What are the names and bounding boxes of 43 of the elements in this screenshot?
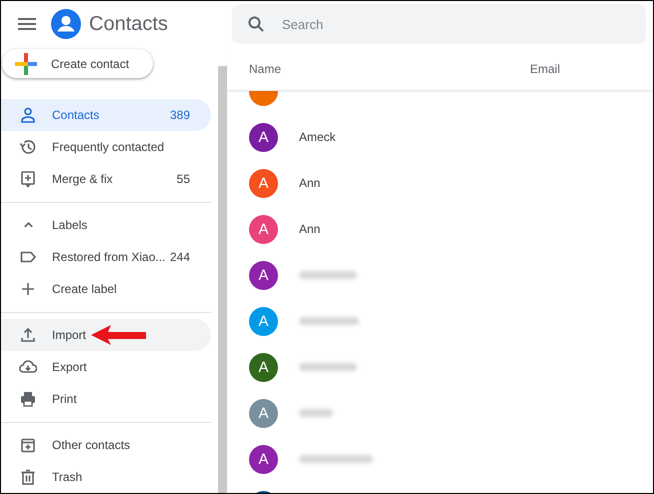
column-header[interactable]: Name bbox=[249, 62, 530, 76]
sidebar-item[interactable]: Restored from Xiao... 244 bbox=[1, 241, 211, 273]
sidebar-item[interactable]: Import bbox=[1, 319, 211, 351]
sidebar-item[interactable]: Trash bbox=[1, 461, 211, 493]
contact-avatar: A bbox=[249, 444, 278, 474]
contacts-box-icon bbox=[19, 436, 37, 454]
print-icon bbox=[19, 390, 37, 408]
scrollbar[interactable] bbox=[218, 66, 227, 493]
sidebar-item[interactable]: Export bbox=[1, 351, 211, 383]
contacts-logo-icon bbox=[51, 9, 81, 39]
history-icon bbox=[19, 138, 37, 156]
sidebar-item[interactable]: Frequently contacted bbox=[1, 131, 211, 163]
sidebar-item[interactable]: Labels bbox=[1, 209, 211, 241]
contact-avatar: A bbox=[249, 214, 278, 244]
menu-icon[interactable] bbox=[18, 18, 36, 30]
sidebar-item[interactable]: Print bbox=[1, 383, 211, 415]
sidebar-item[interactable]: Contacts 389 bbox=[1, 99, 211, 131]
merge-icon bbox=[19, 170, 37, 188]
chevron-up-icon bbox=[24, 222, 32, 228]
upload-icon bbox=[19, 326, 37, 344]
app-title: Contacts bbox=[89, 12, 168, 36]
trash-icon bbox=[19, 468, 37, 486]
search-field[interactable]: Search bbox=[232, 4, 646, 44]
contact-avatar: A bbox=[249, 168, 278, 198]
column-header[interactable]: Email bbox=[530, 62, 560, 76]
contact-avatar: A bbox=[249, 260, 278, 290]
contact-avatar: A bbox=[249, 398, 278, 428]
contact-name[interactable]: Ann bbox=[299, 176, 320, 190]
sidebar-item[interactable]: Create label bbox=[1, 273, 211, 305]
create-contact-button[interactable]: Create contact bbox=[2, 49, 154, 78]
search-input[interactable]: Search bbox=[280, 16, 646, 32]
contact-avatar: A bbox=[249, 122, 278, 152]
contact-name[interactable]: Ann bbox=[299, 222, 320, 236]
sidebar-item[interactable]: Other contacts bbox=[1, 429, 211, 461]
plus-icon bbox=[19, 280, 37, 298]
person-icon bbox=[19, 106, 37, 124]
contact-avatar: A bbox=[249, 352, 278, 382]
contact-name[interactable]: Ameck bbox=[299, 130, 336, 144]
contact-avatar: A bbox=[249, 306, 278, 336]
sidebar-item[interactable]: Merge & fix 55 bbox=[1, 163, 211, 195]
cloud-download-icon bbox=[19, 358, 37, 376]
plus-icon bbox=[15, 52, 37, 74]
search-icon bbox=[248, 16, 264, 32]
